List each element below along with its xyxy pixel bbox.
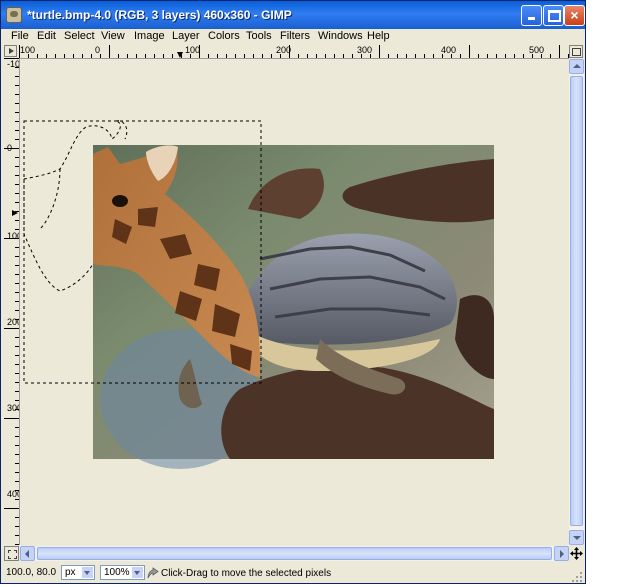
pointer-marker — [12, 210, 18, 216]
vertical-scrollbar[interactable] — [569, 59, 584, 545]
ruler-label: 200 — [7, 317, 19, 327]
close-button[interactable]: × — [564, 5, 585, 26]
menu-view[interactable]: View — [101, 30, 125, 42]
menu-image[interactable]: Image — [134, 30, 165, 42]
status-bar: 100.0, 80.0 px 100% Click-Drag to move t… — [1, 563, 585, 583]
arrow-left-icon — [25, 550, 29, 558]
menu-edit[interactable]: Edit — [37, 30, 56, 42]
scroll-right-button[interactable] — [554, 546, 569, 561]
image-layers — [23, 120, 495, 469]
quick-menu-button[interactable] — [4, 45, 17, 57]
ruler-label: 300 — [357, 45, 373, 55]
vertical-scroll-thumb[interactable] — [570, 76, 583, 526]
arrow-right-icon — [560, 550, 564, 558]
arrow-down-icon — [573, 536, 581, 540]
menu-help[interactable]: Help — [367, 30, 390, 42]
status-message: Click-Drag to move the selected pixels — [161, 568, 332, 579]
ruler-label: 200 — [276, 45, 292, 55]
zoom-selector[interactable]: 100% — [100, 565, 145, 580]
ruler-label: 100 — [7, 231, 19, 241]
pointer-marker — [177, 52, 183, 58]
ruler-label: -100 — [7, 59, 20, 69]
navigate-icon[interactable] — [569, 45, 583, 58]
maximize-icon — [548, 10, 561, 22]
ruler-label: 100 — [185, 45, 201, 55]
scroll-left-button[interactable] — [20, 546, 35, 561]
horizontal-scroll-thumb[interactable] — [37, 547, 552, 560]
ruler-label: 400 — [441, 45, 457, 55]
minimize-button[interactable] — [521, 5, 542, 26]
unit-value: px — [65, 567, 76, 578]
ruler-label: -100 — [19, 45, 36, 55]
menu-colors[interactable]: Colors — [208, 30, 240, 42]
quick-mask-icon[interactable] — [4, 546, 19, 561]
zoom-value: 100% — [104, 567, 130, 578]
horizontal-ruler[interactable]: -100 0 100 200 300 400 500 — [19, 45, 569, 59]
move-icon[interactable] — [570, 547, 583, 560]
chevron-down-icon — [132, 567, 143, 578]
gimp-app-icon — [6, 7, 22, 23]
pointer-coordinates: 100.0, 80.0 — [6, 567, 57, 578]
menu-select[interactable]: Select — [64, 30, 95, 42]
move-tool-icon — [147, 567, 159, 579]
ruler-label: 300 — [7, 403, 19, 413]
scroll-down-button[interactable] — [569, 530, 584, 545]
image-canvas[interactable] — [20, 59, 569, 545]
menu-layer[interactable]: Layer — [172, 30, 200, 42]
minimize-icon — [528, 17, 535, 20]
menu-tools[interactable]: Tools — [246, 30, 272, 42]
resize-grip-icon[interactable] — [571, 571, 583, 583]
vertical-ruler-ticks — [4, 58, 19, 545]
title-bar[interactable]: *turtle.bmp-4.0 (RGB, 3 layers) 460x360 … — [1, 1, 585, 29]
maximize-button[interactable] — [543, 5, 564, 26]
window-title: *turtle.bmp-4.0 (RGB, 3 layers) 460x360 … — [27, 8, 292, 22]
chevron-down-icon — [82, 567, 93, 578]
dashed-square-icon — [8, 550, 17, 559]
giraffe-eye — [112, 195, 128, 207]
menu-file[interactable]: File — [11, 30, 29, 42]
ruler-label: 0 — [7, 143, 13, 153]
horizontal-scrollbar[interactable] — [20, 546, 569, 561]
menu-filters[interactable]: Filters — [280, 30, 310, 42]
close-icon: × — [570, 7, 579, 23]
unit-selector[interactable]: px — [61, 565, 95, 580]
horizontal-ruler-ticks — [19, 45, 569, 58]
ruler-label: 0 — [95, 45, 101, 55]
menu-windows[interactable]: Windows — [318, 30, 363, 42]
arrow-up-icon — [573, 64, 581, 68]
gimp-window: *turtle.bmp-4.0 (RGB, 3 layers) 460x360 … — [0, 0, 586, 584]
vertical-ruler[interactable]: -100 0 100 200 300 400 — [4, 58, 20, 545]
menu-bar: File Edit Select View Image Layer Colors… — [1, 29, 585, 44]
ruler-label: 500 — [529, 45, 545, 55]
ruler-label: 400 — [7, 489, 19, 499]
scroll-up-button[interactable] — [569, 59, 584, 74]
